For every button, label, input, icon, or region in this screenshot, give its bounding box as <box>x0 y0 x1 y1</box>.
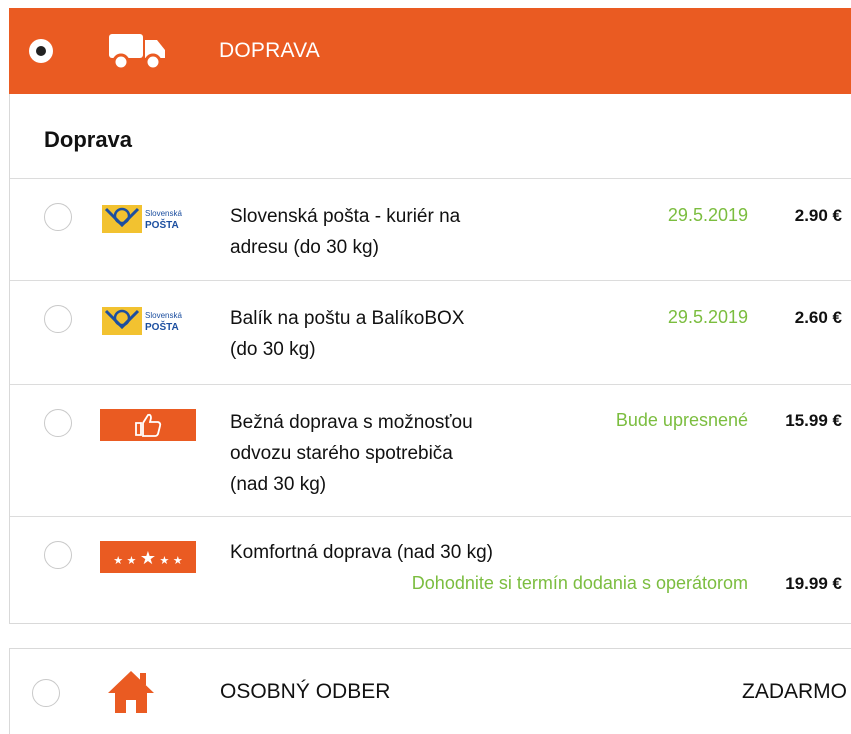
option-label-line: Balík na poštu a BalíkoBOX <box>230 308 465 329</box>
shipping-option-comfort[interactable]: ★ ★ ★ ★ ★ Komfortná doprava (nad 30 kg) … <box>10 516 851 625</box>
logo-text-top: Slovenská <box>145 311 182 320</box>
option-label-line: Bežná doprava s možnosťou <box>230 412 473 433</box>
option-price: 2.90 € <box>794 206 842 225</box>
stars-icon: ★ ★ ★ ★ ★ <box>100 541 196 578</box>
option-price: 2.60 € <box>794 308 842 327</box>
option-label-line: (do 30 kg) <box>230 339 316 360</box>
shipping-option-posta-balikobox[interactable]: Slovenská POŠTA Balík na poštu a BalíkoB… <box>10 280 851 385</box>
pickup-title: OSOBNÝ ODBER <box>220 680 391 703</box>
slovenska-posta-logo: Slovenská POŠTA <box>100 303 196 344</box>
option-radio[interactable] <box>44 203 72 231</box>
truck-icon <box>107 30 169 77</box>
shipping-option-standard-appliance[interactable]: Bežná doprava s možnosťou odvozu starého… <box>10 384 851 517</box>
option-label: Slovenská pošta - kuriér na adresu (do 3… <box>230 201 460 263</box>
option-label-line: Slovenská pošta - kuriér na <box>230 206 461 227</box>
house-icon <box>106 669 156 720</box>
thumbs-up-icon <box>100 409 196 446</box>
logo-text-bottom: POŠTA <box>145 320 179 333</box>
delivery-date: 29.5.2019 <box>667 205 748 225</box>
delivery-date: Bude upresnené <box>615 410 748 430</box>
option-label: Balík na poštu a BalíkoBOX (do 30 kg) <box>230 303 464 365</box>
logo-text-top: Slovenská <box>145 209 182 218</box>
slovenska-posta-logo: Slovenská POŠTA <box>100 201 196 242</box>
option-radio[interactable] <box>44 541 72 569</box>
section-title: Doprava <box>44 127 133 152</box>
logo-text-bottom: POŠTA <box>145 218 179 231</box>
option-label-line: Komfortná doprava (nad 30 kg) <box>230 542 493 563</box>
option-label-line: odvozu starého spotrebiča <box>230 443 453 464</box>
pickup-option[interactable]: OSOBNÝ ODBER ZADARMO <box>9 648 851 734</box>
delivery-date: Dohodnite si termín dodania s operátorom <box>411 573 748 593</box>
pickup-radio[interactable] <box>32 679 60 707</box>
shipping-title: DOPRAVA <box>219 39 320 62</box>
option-price: 19.99 € <box>785 574 842 593</box>
option-label: Komfortná doprava (nad 30 kg) <box>230 537 493 568</box>
pickup-price: ZADARMO <box>742 680 847 703</box>
option-radio[interactable] <box>44 409 72 437</box>
option-label-line: (nad 30 kg) <box>230 474 327 495</box>
option-radio[interactable] <box>44 305 72 333</box>
shipping-radio-selected[interactable] <box>29 39 53 63</box>
shipping-header[interactable]: DOPRAVA <box>9 8 851 94</box>
option-label: Bežná doprava s možnosťou odvozu starého… <box>230 407 473 500</box>
delivery-date: 29.5.2019 <box>667 307 748 327</box>
option-price: 15.99 € <box>785 411 842 430</box>
shipping-option-posta-courier[interactable]: Slovenská POŠTA Slovenská pošta - kuriér… <box>10 178 851 281</box>
option-label-line: adresu (do 30 kg) <box>230 237 379 258</box>
shipping-options-panel: Doprava Slovenská POŠTA Slovenská pošta … <box>9 94 851 624</box>
